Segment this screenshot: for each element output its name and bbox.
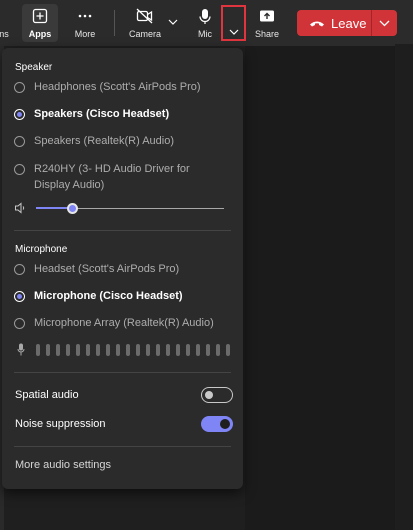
camera-options-button[interactable]	[166, 10, 180, 34]
share-icon	[260, 10, 274, 22]
more-icon	[78, 14, 92, 18]
speaker-volume-icon	[15, 202, 25, 214]
camera-label: Camera	[128, 29, 161, 39]
camera-button[interactable]: Camera	[125, 4, 165, 42]
audio-device-menu: Speaker Headphones (Scott's AirPods Pro)…	[2, 48, 243, 489]
section-divider	[14, 446, 231, 447]
leave-button-group: Leave	[297, 10, 397, 36]
noise-suppression-row: Noise suppression	[15, 416, 233, 432]
radio-button[interactable]	[14, 318, 25, 329]
apps-button[interactable]: Apps	[22, 4, 58, 42]
section-divider	[14, 372, 231, 373]
speaker-option[interactable]: Speakers (Cisco Headset)	[14, 108, 169, 122]
mic-label: Mic	[198, 29, 212, 39]
more-label: More	[74, 29, 96, 39]
mic-button[interactable]: Mic	[192, 4, 218, 42]
chevron-down-icon	[229, 29, 238, 35]
spatial-audio-row: Spatial audio	[15, 387, 233, 403]
radio-button[interactable]	[14, 264, 25, 275]
speaker-section-title: Speaker	[15, 62, 53, 73]
spatial-audio-toggle[interactable]	[201, 387, 233, 403]
microphone-option-label: Microphone (Cisco Headset)	[34, 290, 183, 302]
camera-off-icon	[136, 8, 153, 24]
cut-item-label: ns	[0, 29, 9, 39]
leave-button[interactable]: Leave	[297, 10, 371, 36]
microphone-level-meter	[36, 344, 236, 356]
speaker-option-label: Speakers (Cisco Headset)	[34, 108, 170, 120]
leave-options-button[interactable]	[372, 20, 397, 27]
share-button[interactable]: Share	[252, 4, 282, 42]
microphone-section-title: Microphone	[15, 244, 68, 255]
mic-options-button[interactable]	[221, 5, 246, 41]
microphone-option-label: Headset (Scott's AirPods Pro)	[34, 263, 180, 275]
microphone-option[interactable]: Microphone (Cisco Headset)	[14, 290, 183, 304]
radio-button-selected[interactable]	[14, 291, 25, 302]
noise-suppression-toggle[interactable]	[201, 416, 233, 432]
radio-button-selected[interactable]	[14, 109, 25, 120]
meeting-stage	[245, 46, 413, 530]
chevron-down-icon	[168, 19, 178, 25]
leave-label: Leave	[331, 15, 367, 31]
microphone-icon	[199, 9, 211, 24]
speaker-option-label: R240HY (3- HD Audio Driver for Display A…	[34, 163, 190, 191]
radio-button[interactable]	[14, 82, 25, 93]
chevron-down-icon	[379, 20, 390, 26]
radio-button[interactable]	[14, 136, 25, 147]
apps-label: Apps	[28, 29, 52, 39]
noise-suppression-label: Noise suppression	[15, 418, 106, 430]
radio-button[interactable]	[14, 164, 25, 175]
microphone-option-label: Microphone Array (Realtek(R) Audio)	[34, 317, 214, 329]
right-edge	[395, 44, 413, 530]
speaker-option[interactable]: Headphones (Scott's AirPods Pro)	[14, 81, 201, 95]
hang-up-icon	[310, 21, 324, 27]
microphone-level-icon	[17, 343, 25, 356]
microphone-option[interactable]: Headset (Scott's AirPods Pro)	[14, 263, 179, 277]
volume-slider-thumb[interactable]	[67, 203, 78, 214]
speaker-option-label: Headphones (Scott's AirPods Pro)	[34, 81, 201, 93]
toolbar-cut-item[interactable]: ns	[0, 4, 16, 42]
speaker-option[interactable]: R240HY (3- HD Audio Driver for Display A…	[14, 163, 204, 193]
meeting-toolbar: ns Apps More Camera Mic Share Leave	[0, 0, 413, 46]
more-button[interactable]: More	[68, 4, 102, 42]
section-divider	[14, 230, 231, 231]
more-audio-settings-link[interactable]: More audio settings	[15, 459, 111, 471]
share-label: Share	[254, 29, 280, 39]
speaker-option[interactable]: Speakers (Realtek(R) Audio)	[14, 135, 174, 149]
apps-icon	[32, 8, 48, 24]
speaker-option-label: Speakers (Realtek(R) Audio)	[34, 135, 175, 147]
spatial-audio-label: Spatial audio	[15, 389, 79, 401]
toolbar-divider	[114, 10, 115, 36]
microphone-option[interactable]: Microphone Array (Realtek(R) Audio)	[14, 317, 214, 331]
